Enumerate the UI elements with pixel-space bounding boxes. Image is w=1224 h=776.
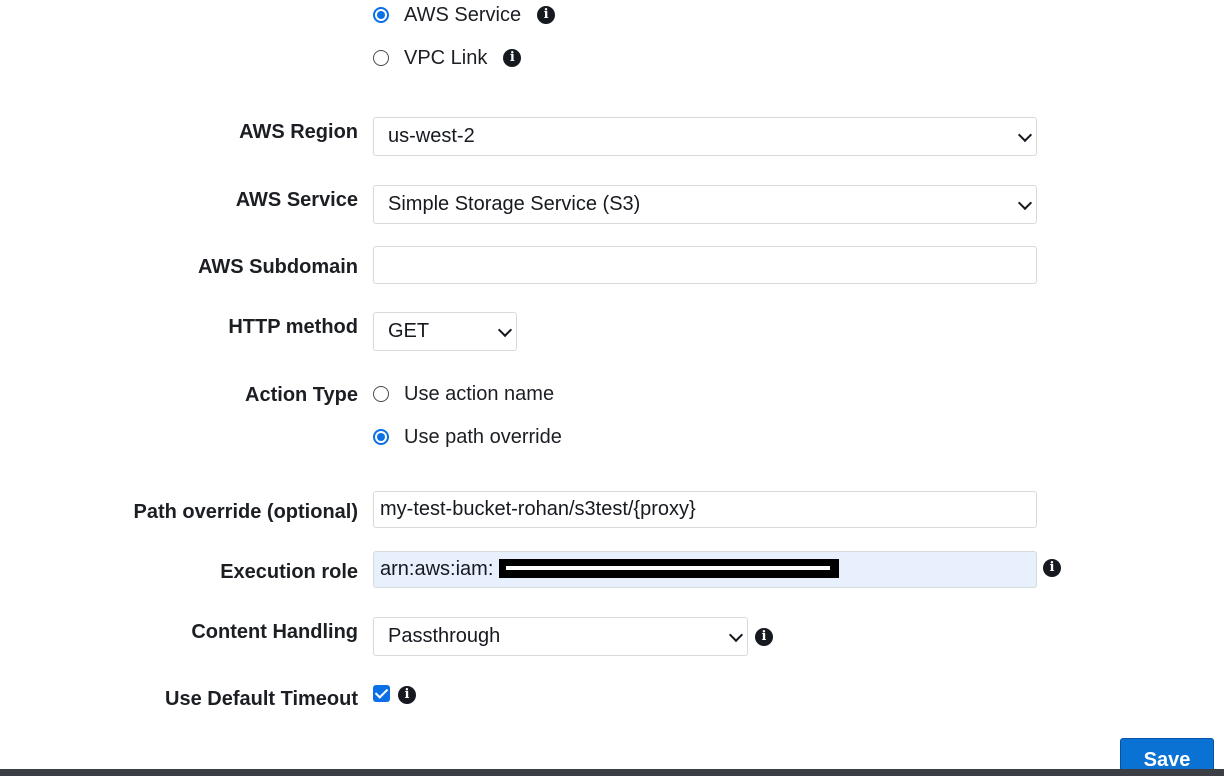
radio-use-action-name[interactable]: Use action name <box>372 382 554 406</box>
http-method-value: GET <box>388 320 430 342</box>
radio-label-vpc-link: VPC Link <box>404 46 488 69</box>
aws-service-value: Simple Storage Service (S3) <box>388 193 641 215</box>
default-timeout-checkbox[interactable] <box>373 685 390 702</box>
aws-region-label: AWS Region <box>239 121 358 143</box>
redaction-mark <box>499 559 839 578</box>
radio-label-use-action-name: Use action name <box>404 382 555 405</box>
radio-aws-service[interactable]: AWS Service i <box>372 3 556 27</box>
aws-subdomain-label: AWS Subdomain <box>198 256 358 278</box>
aws-service-select[interactable]: Simple Storage Service (S3) <box>373 185 1037 224</box>
info-icon[interactable]: i <box>755 628 773 646</box>
radio-vpc-link[interactable]: VPC Link i <box>372 46 522 70</box>
chevron-down-icon <box>497 322 513 337</box>
integration-request-form: AWS Service i VPC Link i AWS Region us-w… <box>0 0 1224 776</box>
radio-button-aws-service[interactable] <box>373 7 389 23</box>
info-icon[interactable]: i <box>537 6 556 24</box>
chevron-down-icon <box>728 627 744 642</box>
radio-button-use-path-override[interactable] <box>373 429 389 445</box>
radio-use-path-override[interactable]: Use path override <box>372 425 562 449</box>
content-handling-value: Passthrough <box>388 625 501 647</box>
aws-subdomain-input[interactable] <box>373 246 1037 284</box>
chevron-down-icon <box>1017 127 1033 142</box>
aws-region-value: us-west-2 <box>388 125 475 147</box>
path-override-input[interactable]: my-test-bucket-rohan/s3test/{proxy} <box>373 491 1037 528</box>
content-handling-select[interactable]: Passthrough <box>373 617 748 656</box>
window-bottom-edge <box>0 769 1224 776</box>
aws-service-label: AWS Service <box>235 189 358 211</box>
http-method-select[interactable]: GET <box>373 312 517 351</box>
radio-label-use-path-override: Use path override <box>404 425 562 448</box>
content-handling-label: Content Handling <box>191 621 358 643</box>
radio-label-aws-service: AWS Service <box>404 3 522 26</box>
radio-button-vpc-link[interactable] <box>373 50 389 66</box>
action-type-label: Action Type <box>245 384 358 406</box>
default-timeout-label: Use Default Timeout <box>165 688 358 710</box>
http-method-label: HTTP method <box>228 316 358 338</box>
radio-button-use-action-name[interactable] <box>373 386 389 402</box>
execution-role-label: Execution role <box>220 561 358 583</box>
info-icon[interactable]: i <box>503 49 522 67</box>
info-icon[interactable]: i <box>398 686 416 704</box>
aws-region-select[interactable]: us-west-2 <box>373 117 1037 156</box>
info-icon[interactable]: i <box>1043 559 1061 577</box>
chevron-down-icon <box>1017 195 1033 210</box>
path-override-label: Path override (optional) <box>133 501 358 523</box>
